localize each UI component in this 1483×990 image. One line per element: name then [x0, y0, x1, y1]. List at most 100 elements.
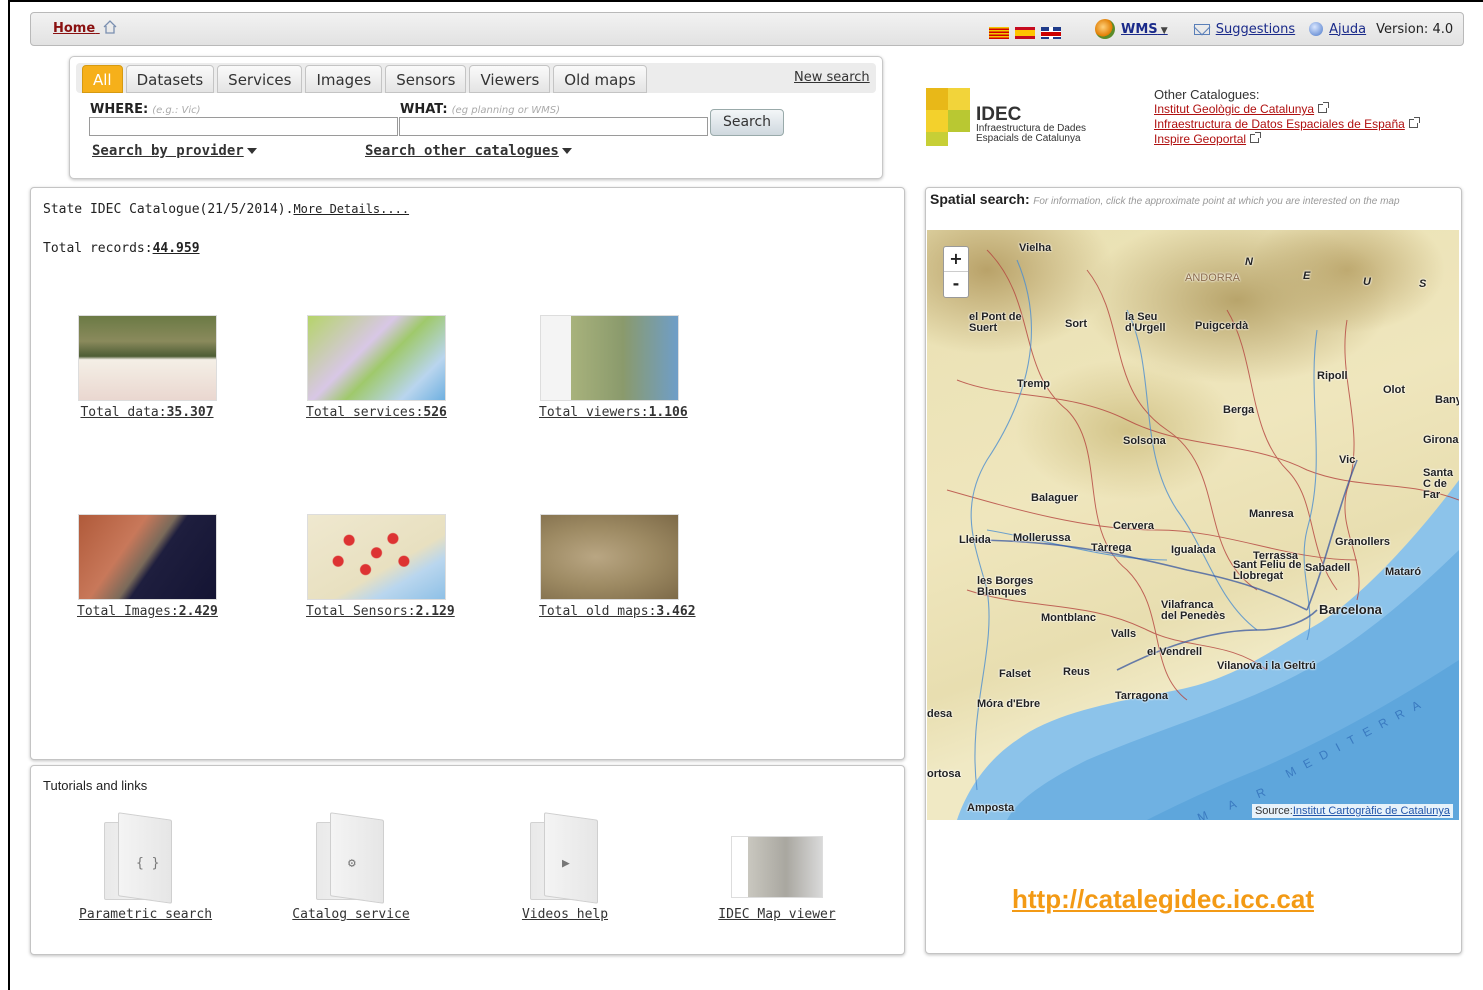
- tile-label: Total Images:: [77, 604, 179, 619]
- tile-viewers[interactable]: Total viewers:1.106: [539, 315, 688, 420]
- help-link[interactable]: Ajuda: [1329, 22, 1366, 37]
- map-label: el Pont de Suert: [969, 311, 1022, 334]
- tutorial-videos-help[interactable]: ▶ Videos help: [505, 812, 625, 922]
- english-flag-icon[interactable]: [1041, 27, 1061, 39]
- catalan-flag-icon[interactable]: [989, 27, 1009, 39]
- map-label: Sant Feliu de Llobregat: [1233, 559, 1302, 582]
- source-label: Source:: [1254, 805, 1293, 817]
- gear-icon: ⚙: [348, 856, 356, 871]
- map-source: Source:Institut Cartogràfic de Catalunya: [1251, 804, 1453, 818]
- link-label: Infraestructura de Datos Espaciales de E…: [1154, 117, 1405, 131]
- map-label: ortosa: [927, 768, 961, 780]
- tile-label: Total data:: [80, 405, 167, 420]
- source-link[interactable]: Institut Cartogràfic de Catalunya: [1293, 805, 1450, 817]
- zoom-control: + -: [943, 246, 969, 298]
- tutorial-map-viewer[interactable]: IDEC Map viewer: [717, 816, 837, 922]
- tutorial-catalog-service[interactable]: ⚙ Catalog service: [291, 812, 411, 922]
- external-link-icon: [1408, 117, 1420, 128]
- language-flags: [989, 27, 1061, 39]
- tile-label: Total services:: [306, 405, 424, 420]
- other-catalogues-label: Search other catalogues: [365, 143, 559, 159]
- sensors-thumbnail: [306, 514, 446, 600]
- wms-menu[interactable]: WMS ▼: [1121, 22, 1168, 37]
- tile-old-maps[interactable]: Total old maps:3.462: [539, 514, 696, 619]
- map-label: Ripoll: [1317, 370, 1348, 382]
- map-label: Sabadell: [1305, 562, 1351, 574]
- map-compass-label: S: [1419, 278, 1427, 290]
- top-bar: Home WMS ▼ Suggestions Ajuda Version: 4.…: [30, 12, 1464, 46]
- map-label: Reus: [1063, 666, 1090, 678]
- where-label-text: WHERE:: [90, 102, 149, 117]
- map[interactable]: + - Vielha ANDORRA el Pont de Suert Sort…: [927, 230, 1459, 820]
- tile-label: Total Sensors:: [306, 604, 416, 619]
- map-label: Mataró: [1385, 566, 1422, 578]
- map-label: Vic: [1339, 454, 1356, 466]
- where-label: WHERE: (e.g.: Vic): [90, 102, 201, 117]
- tile-services[interactable]: Total services:526: [306, 315, 447, 420]
- tab-viewers[interactable]: Viewers: [469, 65, 551, 93]
- logo-subtitle: Infraestructura de Dades Espacials de Ca…: [976, 124, 1086, 144]
- map-label: Manresa: [1249, 508, 1294, 520]
- new-search-link[interactable]: New search: [794, 70, 870, 85]
- tab-datasets[interactable]: Datasets: [125, 65, 215, 93]
- what-input[interactable]: [399, 117, 708, 136]
- tab-old-maps[interactable]: Old maps: [553, 65, 647, 93]
- data-thumbnail: [77, 315, 217, 401]
- map-label: Montblanc: [1041, 612, 1096, 624]
- other-catalogue-link[interactable]: Infraestructura de Datos Espaciales de E…: [1154, 117, 1420, 132]
- chevron-down-icon: [561, 148, 572, 154]
- map-label: ANDORRA: [1185, 272, 1241, 284]
- link-label: Inspire Geoportal: [1154, 132, 1247, 146]
- spanish-flag-icon[interactable]: [1015, 27, 1035, 39]
- code-icon: { }: [136, 856, 160, 871]
- idec-logo[interactable]: IDEC Infraestructura de Dades Espacials …: [926, 88, 1106, 146]
- tile-images[interactable]: Total Images:2.429: [77, 514, 218, 619]
- folder-icon: { }: [104, 812, 174, 904]
- help-icon: [1309, 22, 1324, 36]
- home-link[interactable]: Home: [53, 20, 117, 36]
- other-catalogues: Other Catalogues: Institut Geològic de C…: [1154, 87, 1420, 147]
- folder-icon: ▶: [530, 812, 600, 904]
- tab-services[interactable]: Services: [217, 65, 303, 93]
- search-button[interactable]: Search: [710, 109, 784, 136]
- other-catalogue-link[interactable]: Institut Geològic de Catalunya: [1154, 102, 1418, 117]
- map-label: Valls: [1111, 628, 1137, 640]
- suggestions-link[interactable]: Suggestions: [1216, 22, 1295, 37]
- catalog-url[interactable]: http://catalegidec.icc.cat: [1012, 884, 1314, 915]
- spatial-search-header: Spatial search: For information, click t…: [930, 192, 1450, 209]
- wms-label: WMS: [1121, 21, 1158, 37]
- tile-data[interactable]: Total data:35.307: [77, 315, 217, 420]
- map-label: Tremp: [1017, 378, 1051, 390]
- where-input[interactable]: [89, 117, 398, 136]
- zoom-out-button[interactable]: -: [944, 272, 968, 297]
- map-label: les Borges Blanques: [977, 575, 1034, 598]
- tab-all[interactable]: All: [82, 65, 123, 93]
- tile-value: 35.307: [166, 405, 214, 420]
- map-label: Falset: [999, 668, 1031, 680]
- map-label: Girona: [1423, 434, 1459, 446]
- map-label: Vielha: [1019, 242, 1052, 254]
- search-by-provider-dropdown[interactable]: Search by provider: [92, 143, 257, 159]
- total-records-label: Total records:: [43, 241, 153, 256]
- spatial-search-hint: For information, click the approximate p…: [1033, 196, 1400, 207]
- link-label: Institut Geològic de Catalunya: [1154, 102, 1315, 116]
- search-other-catalogues-dropdown[interactable]: Search other catalogues: [365, 143, 572, 159]
- tile-value: 2.129: [415, 604, 455, 619]
- map-label: Tàrrega: [1091, 542, 1132, 554]
- tab-images[interactable]: Images: [305, 65, 383, 93]
- more-details-link[interactable]: More Details....: [293, 202, 409, 216]
- tile-value: 2.429: [178, 604, 218, 619]
- tutorial-parametric-search[interactable]: { } Parametric search: [79, 812, 212, 922]
- tab-sensors[interactable]: Sensors: [385, 65, 467, 93]
- other-catalogue-link[interactable]: Inspire Geoportal: [1154, 132, 1418, 147]
- tile-sensors[interactable]: Total Sensors:2.129: [306, 514, 455, 619]
- map-label: Igualada: [1171, 544, 1216, 556]
- where-hint: (e.g.: Vic): [152, 105, 201, 116]
- tile-caption: Total viewers:1.106: [539, 405, 688, 420]
- viewers-thumbnail: [539, 315, 679, 401]
- total-records-value[interactable]: 44.959: [153, 241, 200, 256]
- map-label: Lleida: [959, 534, 991, 546]
- tile-caption: Total data:35.307: [77, 405, 217, 420]
- folder-icon: ⚙: [316, 812, 386, 904]
- zoom-in-button[interactable]: +: [944, 247, 968, 272]
